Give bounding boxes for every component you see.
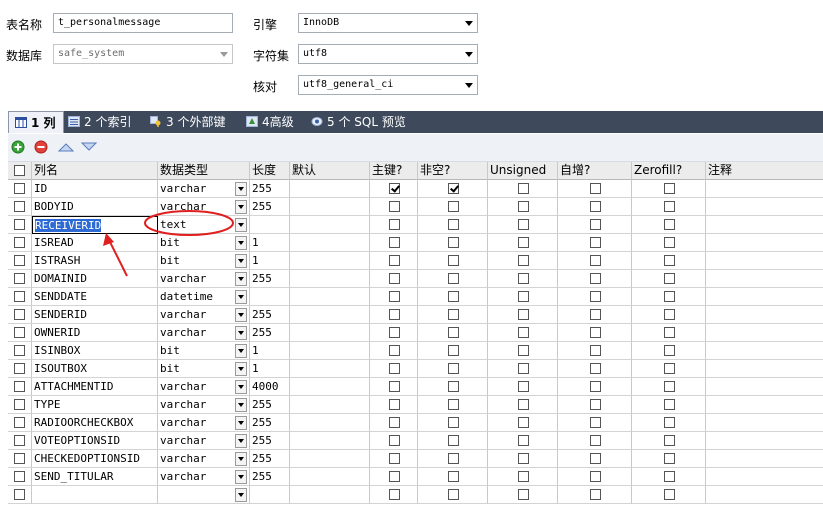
- annotation-overlay: [103, 210, 234, 277]
- highlight-ellipse: [144, 210, 234, 236]
- annotation-arrow-head: [103, 233, 114, 246]
- annotation-arrow-line: [108, 239, 128, 277]
